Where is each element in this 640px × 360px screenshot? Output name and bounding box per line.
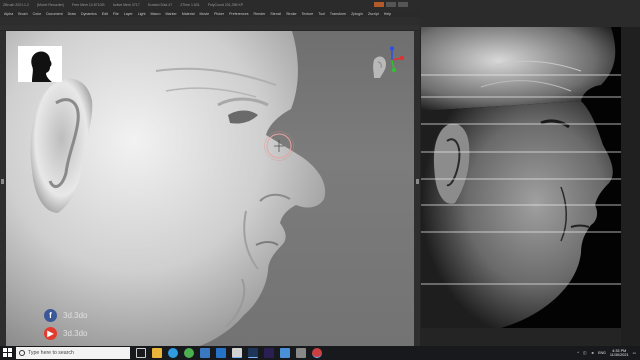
sculpt-canvas[interactable]: f 3d.3do ▶ 3d.3do — [6, 31, 414, 346]
menu-draw[interactable]: Draw — [68, 12, 76, 16]
file-explorer-icon[interactable] — [152, 348, 162, 358]
system-tray: ^ ◫ ◄ ENG 4:33 PM 11/30/2021 ▭ — [577, 347, 636, 359]
tray-chevron-icon[interactable]: ^ — [577, 351, 579, 355]
zbrush-toolbar — [0, 17, 420, 25]
reference-viewer-scrollbar[interactable] — [621, 27, 640, 346]
task-view-icon[interactable] — [136, 348, 146, 358]
facebook-icon: f — [44, 308, 57, 322]
search-icon — [19, 350, 25, 356]
navigation-gizmo[interactable] — [364, 46, 404, 86]
menu-light[interactable]: Light — [138, 12, 146, 16]
menus-toggle-button[interactable] — [374, 2, 384, 7]
volume-icon[interactable]: ◄ — [591, 351, 595, 355]
chrome-icon[interactable] — [184, 348, 194, 358]
menu-movie[interactable]: Movie — [200, 12, 210, 16]
reference-viewer-top — [420, 0, 640, 27]
menu-render[interactable]: Render — [254, 12, 266, 16]
photos-icon[interactable] — [280, 348, 290, 358]
menu-color[interactable]: Color — [33, 12, 42, 16]
store-icon[interactable] — [200, 348, 210, 358]
facebook-handle-row: f 3d.3do — [44, 307, 87, 323]
youtube-handle-row: ▶ 3d.3do — [44, 325, 87, 341]
menu-brush[interactable]: Brush — [18, 12, 27, 16]
title-item: PolyCount 231,395 KP — [207, 3, 244, 7]
menu-dynamics[interactable]: Dynamics — [81, 12, 97, 16]
menu-document[interactable]: Document — [46, 12, 62, 16]
recorder-icon[interactable] — [312, 348, 322, 358]
youtube-icon: ▶ — [44, 326, 57, 340]
social-handles: f 3d.3do ▶ 3d.3do — [44, 307, 87, 343]
clock[interactable]: 4:33 PM 11/30/2021 — [610, 349, 629, 358]
menu-edit[interactable]: Edit — [102, 12, 108, 16]
reference-photo[interactable] — [421, 27, 621, 328]
title-item: Free Mem 10.871GB — [71, 3, 105, 7]
title-item: (Movie Recorder) — [36, 3, 64, 7]
menu-stroke[interactable]: Stroke — [286, 12, 296, 16]
edge-icon[interactable] — [168, 348, 178, 358]
menu-help[interactable]: Help — [384, 12, 391, 16]
help-button[interactable] — [398, 2, 408, 7]
windows-taskbar: Type here to search ^ ◫ ◄ ENG 4:33 PM 11… — [0, 346, 640, 360]
default-zscript-button[interactable] — [386, 2, 396, 7]
menu-file[interactable]: File — [113, 12, 119, 16]
photoshop-icon[interactable] — [248, 348, 258, 358]
settings-icon[interactable] — [296, 348, 306, 358]
desktop: ZBrush 2021.1.2 (Movie Recorder) Free Me… — [0, 0, 640, 360]
menu-layer[interactable]: Layer — [124, 12, 133, 16]
menu-zplugin[interactable]: Zplugin — [351, 12, 363, 16]
network-icon[interactable]: ◫ — [583, 351, 586, 355]
mail-icon[interactable] — [216, 348, 226, 358]
windows-logo-icon — [3, 348, 7, 352]
menu-transform[interactable]: Transform — [330, 12, 346, 16]
facebook-handle: 3d.3do — [63, 310, 88, 320]
reference-silhouette-thumbnail — [18, 46, 62, 82]
language-indicator[interactable]: ENG — [598, 351, 606, 355]
zbrush-title-bar: ZBrush 2021.1.2 (Movie Recorder) Free Me… — [0, 0, 420, 10]
zbrush-menu-bar: Alpha Brush Color Document Draw Dynamics… — [0, 10, 420, 17]
sculpt-head-model — [6, 31, 326, 346]
youtube-handle: 3d.3do — [63, 328, 88, 338]
menu-picker[interactable]: Picker — [214, 12, 224, 16]
reference-viewer — [420, 0, 640, 346]
start-button[interactable] — [3, 348, 13, 358]
tray-handle[interactable] — [1, 179, 4, 184]
menu-marker[interactable]: Marker — [166, 12, 177, 16]
menu-macro[interactable]: Macro — [151, 12, 161, 16]
tray-handle[interactable] — [416, 179, 419, 184]
menu-texture[interactable]: Texture — [302, 12, 314, 16]
notifications-icon[interactable]: ▭ — [633, 351, 636, 355]
title-item: Scratch Disk 47 — [147, 3, 173, 7]
menu-material[interactable]: Material — [182, 12, 195, 16]
menu-preferences[interactable]: Preferences — [229, 12, 248, 16]
menu-tool[interactable]: Tool — [318, 12, 325, 16]
taskbar-search-box[interactable]: Type here to search — [16, 347, 130, 359]
search-placeholder: Type here to search — [28, 350, 74, 356]
premiere-icon[interactable] — [264, 348, 274, 358]
title-buttons — [374, 2, 408, 7]
title-item: ZBrush 2021.1.2 — [3, 3, 29, 7]
zbrush-taskbar-icon[interactable] — [232, 348, 242, 358]
menu-alpha[interactable]: Alpha — [4, 12, 13, 16]
zbrush-window: ZBrush 2021.1.2 (Movie Recorder) Free Me… — [0, 0, 420, 346]
clock-date: 11/30/2021 — [609, 353, 629, 357]
title-item: Active Mem 3717 — [112, 3, 140, 7]
menu-stencil[interactable]: Stencil — [270, 12, 281, 16]
title-item: ZTime 1.631 — [180, 3, 200, 7]
menu-zscript[interactable]: Zscript — [368, 12, 379, 16]
